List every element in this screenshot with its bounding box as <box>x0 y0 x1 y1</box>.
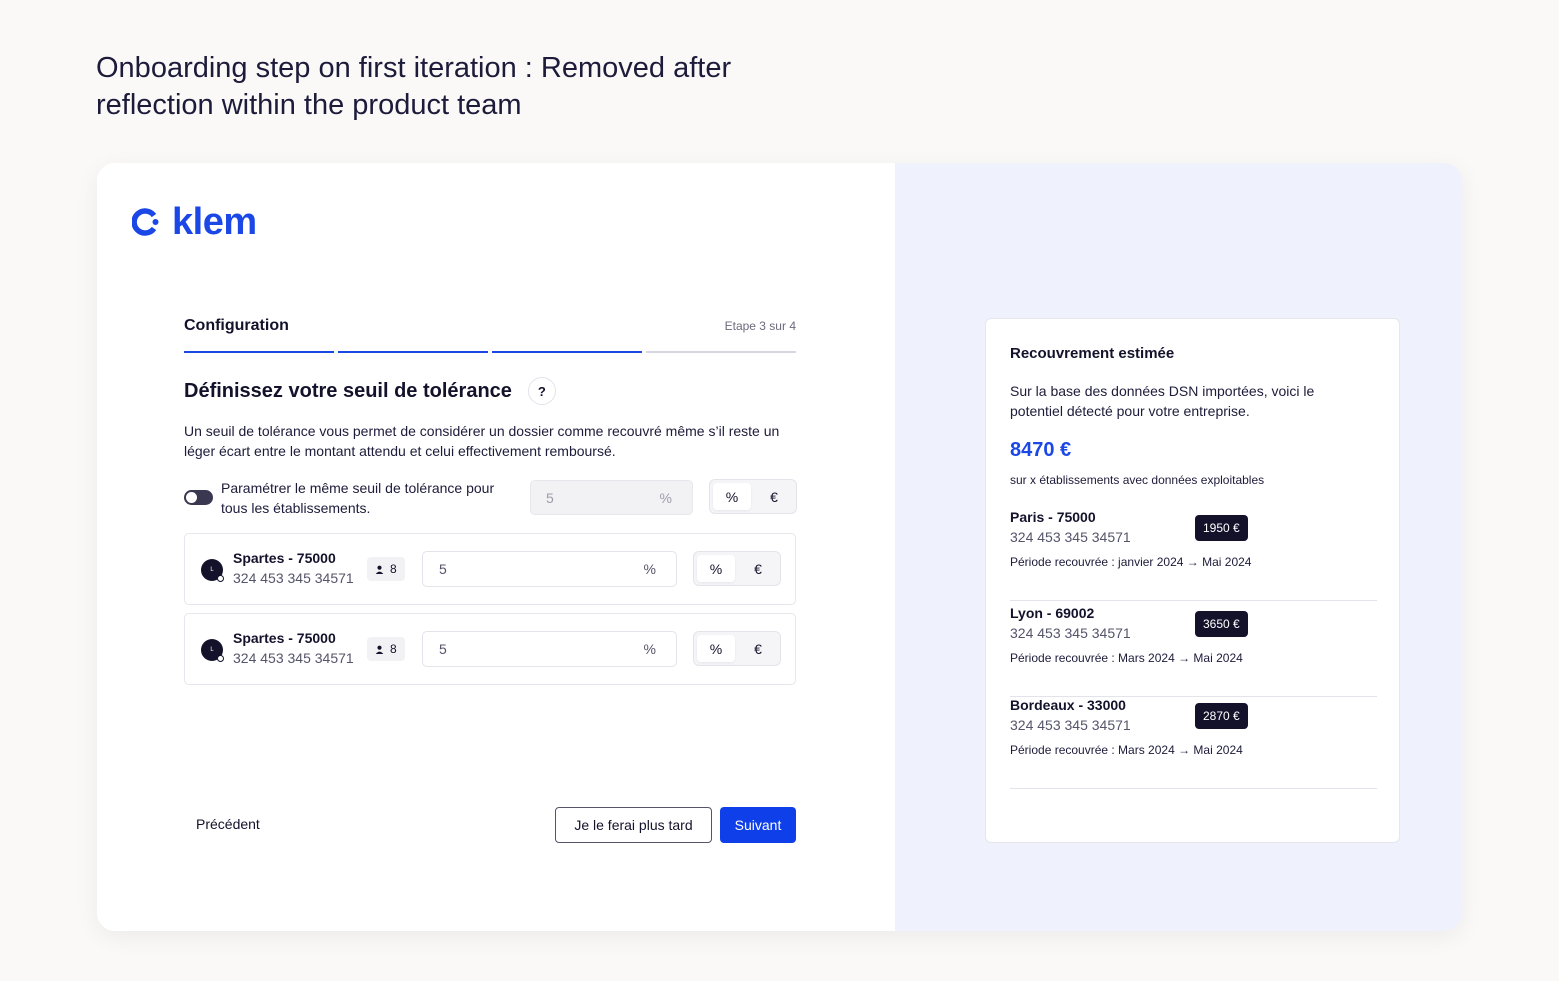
unit-euro-option[interactable]: € <box>739 635 777 662</box>
city-name: Lyon - 69002 <box>1010 605 1095 621</box>
city-item: Lyon - 69002 324 453 345 34571 3650 € Pé… <box>1010 605 1377 697</box>
global-threshold-input[interactable]: 5 % <box>530 480 693 515</box>
page-caption: Onboarding step on first iteration : Rem… <box>96 52 732 121</box>
recovery-description: Sur la base des données DSN importées, v… <box>1010 383 1315 419</box>
percent-icon: % <box>659 489 672 506</box>
avatar-status-dot <box>217 575 224 582</box>
city-amount-badge: 1950 € <box>1195 515 1248 541</box>
step-header: Configuration Etape 3 sur 4 <box>184 317 796 335</box>
section-title: Définissez votre seuil de tolérance <box>184 379 512 402</box>
help-icon[interactable]: ? <box>527 377 556 405</box>
global-threshold-value: 5 <box>546 489 554 506</box>
recovery-estimate-card: Recouvrement estimée Sur la base des don… <box>985 318 1400 843</box>
avatar: L <box>201 639 224 662</box>
same-threshold-label: Paramétrer le même seuil de tolérance po… <box>221 480 495 516</box>
establishment-name: Spartes - 75000 <box>233 550 336 566</box>
city-period: Période recouvrée : janvier 2024 → Mai 2… <box>1010 555 1252 569</box>
unit-switch: % € <box>693 631 781 666</box>
brand-name: klem <box>172 201 257 243</box>
establishment-name: Spartes - 75000 <box>233 630 336 646</box>
city-amount-badge: 3650 € <box>1195 611 1248 637</box>
city-period: Période recouvrée : Mars 2024 → Mai 2024 <box>1010 743 1243 757</box>
klem-logo: klem <box>132 203 257 241</box>
unit-euro-option[interactable]: € <box>739 555 777 582</box>
avatar-status-dot <box>217 655 224 662</box>
recovery-subtitle: sur x établissements avec données exploi… <box>1010 473 1265 487</box>
user-icon <box>375 645 384 654</box>
progress-step-1 <box>184 351 334 353</box>
recovery-title: Recouvrement estimée <box>1010 345 1175 362</box>
employee-count: 8 <box>390 562 397 576</box>
onboarding-card: klem Configuration Etape 3 sur 4 Définis… <box>97 163 1462 931</box>
step-progress <box>184 351 796 353</box>
threshold-input[interactable]: 5 % <box>422 551 677 587</box>
city-siret: 324 453 345 34571 <box>1010 625 1131 641</box>
employee-count-badge: 8 <box>367 637 405 661</box>
onboarding-form-panel: klem Configuration Etape 3 sur 4 Définis… <box>97 163 895 931</box>
step-title: Configuration <box>184 317 289 334</box>
city-siret: 324 453 345 34571 <box>1010 529 1131 545</box>
form-footer: Précédent Je le ferai plus tard Suivant <box>184 807 796 843</box>
city-name: Paris - 75000 <box>1010 509 1096 525</box>
threshold-input[interactable]: 5 % <box>422 631 677 667</box>
establishment-siret: 324 453 345 34571 <box>233 650 354 666</box>
unit-switch: % € <box>693 551 781 586</box>
avatar-initial: L <box>210 647 214 653</box>
progress-step-3 <box>492 351 642 353</box>
unit-percent-option[interactable]: % <box>713 483 751 510</box>
city-period: Période recouvrée : Mars 2024 → Mai 2024 <box>1010 651 1243 665</box>
percent-icon: % <box>643 641 656 657</box>
employee-count-badge: 8 <box>367 557 405 581</box>
progress-step-4 <box>646 351 796 353</box>
establishment-siret: 324 453 345 34571 <box>233 570 354 586</box>
city-item: Paris - 75000 324 453 345 34571 1950 € P… <box>1010 509 1377 601</box>
city-amount-badge: 2870 € <box>1195 703 1248 729</box>
establishment-row: L Spartes - 75000 324 453 345 34571 8 5 … <box>184 613 796 685</box>
next-button[interactable]: Suivant <box>720 807 796 843</box>
global-unit-switch: % € <box>709 479 797 514</box>
progress-step-2 <box>338 351 488 353</box>
avatar-initial: L <box>210 567 214 573</box>
unit-percent-option[interactable]: % <box>697 555 735 582</box>
unit-euro-option[interactable]: € <box>755 483 793 510</box>
global-threshold-row: Paramétrer le même seuil de tolérance po… <box>184 477 797 517</box>
threshold-value: 5 <box>439 561 447 577</box>
city-name: Bordeaux - 33000 <box>1010 697 1126 713</box>
user-icon <box>375 565 384 574</box>
section-heading: Définissez votre seuil de tolérance ? <box>184 377 556 405</box>
employee-count: 8 <box>390 642 397 656</box>
summary-panel: Recouvrement estimée Sur la base des don… <box>895 163 1462 931</box>
same-threshold-toggle[interactable] <box>184 490 213 505</box>
avatar: L <box>201 559 224 582</box>
previous-button[interactable]: Précédent <box>196 816 260 832</box>
unit-percent-option[interactable]: % <box>697 635 735 662</box>
toggle-knob <box>186 492 197 503</box>
threshold-value: 5 <box>439 641 447 657</box>
klem-logo-icon <box>132 208 159 236</box>
section-description: Un seuil de tolérance vous permet de con… <box>184 423 780 459</box>
step-counter: Etape 3 sur 4 <box>724 319 796 333</box>
percent-icon: % <box>643 561 656 577</box>
city-item: Bordeaux - 33000 324 453 345 34571 2870 … <box>1010 697 1377 789</box>
city-siret: 324 453 345 34571 <box>1010 717 1131 733</box>
recovery-total-amount: 8470 € <box>1010 439 1072 461</box>
later-button[interactable]: Je le ferai plus tard <box>555 807 712 843</box>
establishment-row: L Spartes - 75000 324 453 345 34571 8 5 … <box>184 533 796 605</box>
